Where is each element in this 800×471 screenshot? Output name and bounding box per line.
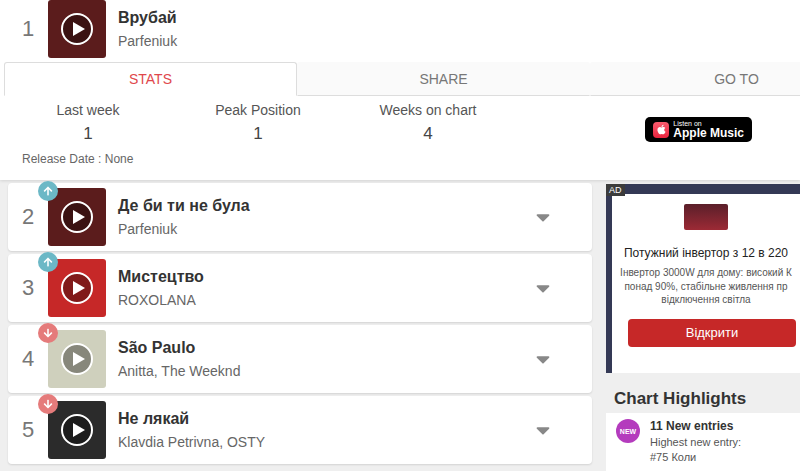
play-icon[interactable] — [60, 200, 94, 234]
chart-row[interactable]: 5 Не лякай Klavdia Petrivna, OSTY — [8, 396, 592, 464]
ad-panel[interactable]: AD Потужний інвертор з 12 в 220 Інвертор 3… — [606, 184, 800, 373]
cover-image — [48, 330, 106, 388]
tab[interactable]: GO TO — [590, 62, 800, 96]
badge-small: Listen on — [673, 120, 744, 127]
stat-value: 4 — [423, 124, 432, 144]
release-date: Release Date : None — [0, 144, 800, 166]
expand-caret-icon[interactable] — [532, 348, 554, 370]
play-icon[interactable] — [60, 12, 94, 46]
rank: 3 — [8, 275, 48, 301]
chart-row[interactable]: 2 Де би ти не була Parfeniuk — [8, 183, 592, 251]
movement-badge — [38, 181, 58, 201]
play-icon[interactable] — [60, 413, 94, 447]
title-block: São Paulo Anitta, The Weeknd — [106, 339, 240, 379]
cover — [48, 259, 106, 317]
highlight-caption: Highest new entry: — [650, 436, 741, 448]
rank: 2 — [8, 204, 48, 230]
arrow-down-icon — [43, 328, 53, 338]
stats-grid: Last week 1 Peak Position 1 Weeks on chart 4 — [3, 102, 513, 144]
cover-image — [48, 188, 106, 246]
ad-line: понад 90%, стабільне живлення пр — [624, 280, 787, 294]
stat-label: Last week — [56, 102, 119, 118]
highlights-title: Chart Highlights — [606, 373, 800, 413]
cover — [48, 188, 106, 246]
stat: Weeks on chart 4 — [343, 102, 513, 144]
artist: ROXOLANA — [118, 292, 204, 308]
movement-badge — [38, 323, 58, 343]
cover — [48, 330, 106, 388]
highlight-card[interactable]: NEW 11 New entries Highest new entry: #75 К… — [606, 413, 800, 471]
entry-header[interactable]: 1 Врубай Parfeniuk — [0, 0, 800, 58]
stat-label: Weeks on chart — [379, 102, 476, 118]
expanded-entry: 1 Врубай Parfeniuk STATSSHAREGO TO Last week… — [0, 0, 800, 180]
song-title: Мистецтво — [118, 268, 204, 286]
artist: Parfeniuk — [118, 221, 250, 237]
lower-area: 2 Де би ти не була Parfeniuk 3 Мистецтво ROXO… — [0, 180, 800, 471]
tab-bar: STATSSHAREGO TO — [0, 62, 800, 96]
song-title: Де би ти не була — [118, 197, 250, 215]
expand-caret-icon[interactable] — [532, 419, 554, 441]
title-block: Не лякай Klavdia Petrivna, OSTY — [106, 410, 265, 450]
product-image — [684, 204, 728, 230]
tab[interactable]: SHARE — [297, 62, 590, 96]
ad-line: Інвертор 3000W для дому: високий К — [620, 266, 792, 280]
arrow-up-icon — [43, 257, 53, 267]
expand-caret-icon[interactable] — [532, 277, 554, 299]
movement-badge — [38, 252, 58, 272]
rank: 1 — [0, 16, 48, 42]
stats-area: Last week1Peak Position1Weeks on chart4L… — [0, 96, 800, 144]
stat-value: 1 — [253, 124, 262, 144]
cover-image — [48, 0, 106, 58]
page: 1 Врубай Parfeniuk STATSSHAREGO TO Last week… — [0, 0, 800, 471]
ad-button[interactable]: Відкрити — [628, 319, 796, 347]
expand-caret-icon[interactable] — [532, 206, 554, 228]
title-block: Мистецтво ROXOLANA — [106, 268, 204, 308]
ad-card: Потужний інвертор з 12 в 220 Інвертор 300… — [612, 194, 800, 373]
movement-badge — [38, 394, 58, 414]
stat: Peak Position 1 — [173, 102, 343, 144]
new-badge: NEW — [616, 419, 640, 443]
song-title: São Paulo — [118, 339, 240, 357]
stat: Last week 1 — [3, 102, 173, 144]
highlight-text: 11 New entries Highest new entry: #75 Коли — [650, 419, 741, 465]
sidebar: AD Потужний інвертор з 12 в 220 Інвертор 3… — [606, 180, 800, 471]
artist: Anitta, The Weeknd — [118, 363, 240, 379]
play-icon[interactable] — [60, 342, 94, 376]
title-block: Де би ти не була Parfeniuk — [106, 197, 250, 237]
rank: 5 — [8, 417, 48, 443]
play-icon[interactable] — [60, 271, 94, 305]
chart-row[interactable]: 3 Мистецтво ROXOLANA — [8, 254, 592, 322]
rank: 4 — [8, 346, 48, 372]
arrow-up-icon — [43, 186, 53, 196]
title-block: Врубай Parfeniuk — [106, 9, 177, 49]
song-title: Врубай — [118, 9, 177, 27]
stat-label: Peak Position — [215, 102, 301, 118]
badge-large: Apple Music — [673, 127, 744, 139]
artist: Parfeniuk — [118, 33, 177, 49]
tab[interactable]: STATS — [4, 62, 297, 96]
ad-title: Потужний інвертор з 12 в 220 — [624, 246, 788, 260]
cover — [48, 0, 106, 58]
badge-text: Listen onApple Music — [673, 120, 744, 139]
apple-music-icon — [653, 122, 669, 138]
highlight-heading: 11 New entries — [650, 419, 741, 433]
ad-line: відключення світла — [661, 293, 750, 307]
apple-music-button[interactable]: Listen onApple Music — [645, 117, 752, 142]
song-title: Не лякай — [118, 410, 265, 428]
cover-image — [48, 401, 106, 459]
stat-value: 1 — [83, 124, 92, 144]
ad-label: AD — [606, 184, 625, 196]
chart-row[interactable]: 4 São Paulo Anitta, The Weeknd — [8, 325, 592, 393]
highlight-entry: #75 Коли — [650, 451, 741, 463]
artist: Klavdia Petrivna, OSTY — [118, 434, 265, 450]
cover — [48, 401, 106, 459]
cover-image — [48, 259, 106, 317]
arrow-down-icon — [43, 399, 53, 409]
chart-list: 2 Де би ти не була Parfeniuk 3 Мистецтво ROXO… — [8, 180, 592, 471]
